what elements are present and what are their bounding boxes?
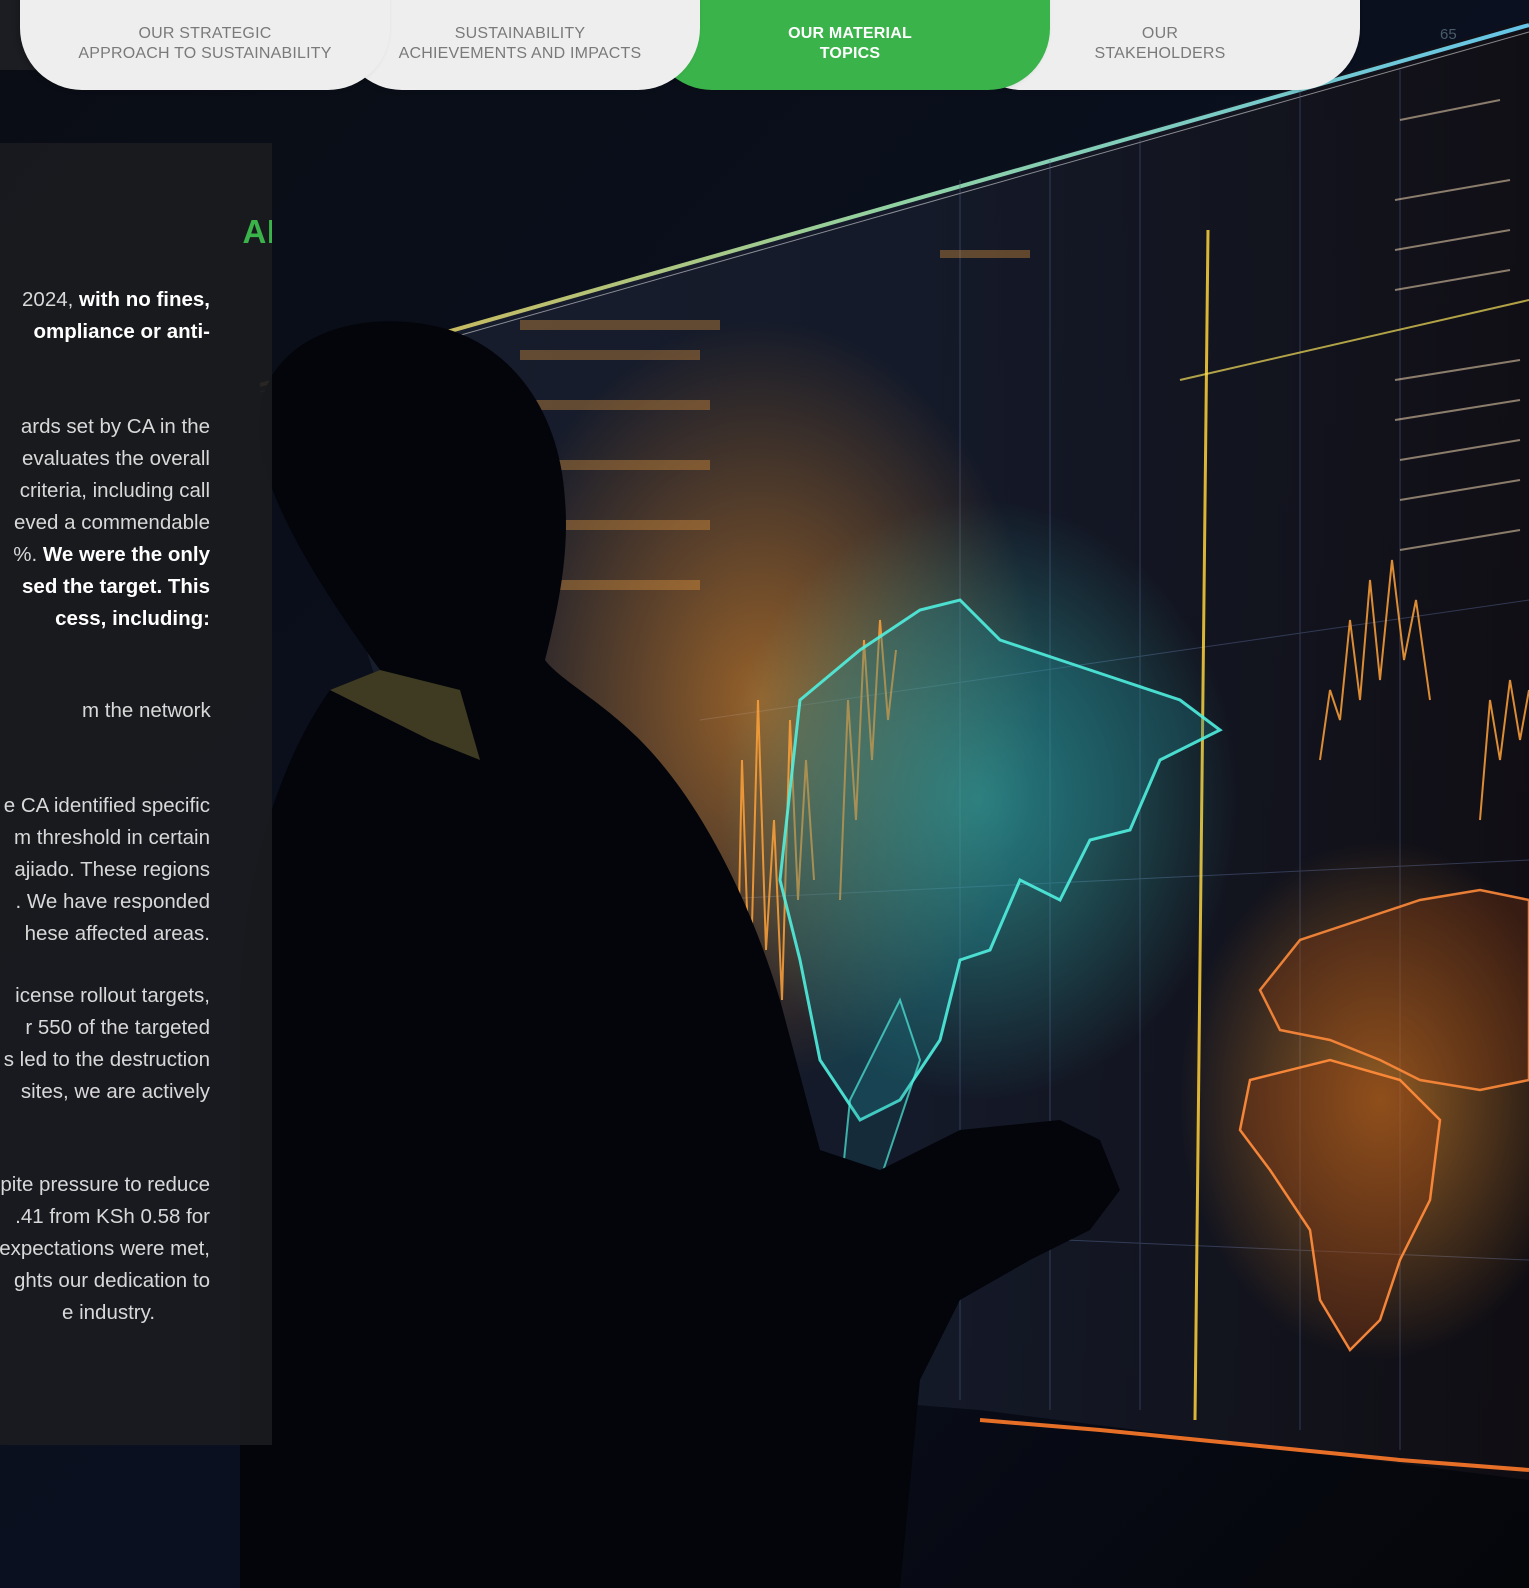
text-line: s led to the destruction	[3, 1048, 210, 1071]
page-number: 65	[1440, 26, 1457, 43]
text-line: m threshold in certain	[14, 826, 210, 849]
text-line: . We have responded	[15, 890, 211, 913]
text-line: icense rollout targets,	[15, 984, 210, 1007]
text-line: r 550 of the targeted	[25, 1016, 210, 1039]
tab-label: Our material topics	[788, 25, 912, 62]
paragraph-1: ards set by CA in the evaluates the over…	[0, 411, 210, 635]
intro-line: ompliance or anti-	[33, 320, 210, 343]
content-panel: ANCE 2024, with no fines, ompliance or a…	[0, 143, 272, 1445]
intro-line: 2024, with no fines,	[22, 288, 210, 311]
tab-material-topics[interactable]: Our material topics	[650, 0, 1050, 90]
text-line: ards set by CA in the	[20, 415, 210, 438]
text-line: cess, including:	[55, 607, 210, 630]
text-line: pite pressure to reduce	[0, 1173, 210, 1196]
text-line: hese affected areas.	[24, 922, 210, 945]
paragraph-2: m the network	[0, 695, 211, 727]
text-line: %. We were the only	[13, 543, 210, 566]
text-line: evaluates the overall	[21, 447, 210, 470]
section-heading: ANCE	[242, 213, 272, 250]
intro-paragraph: 2024, with no fines, ompliance or anti-	[0, 284, 210, 348]
tab-label: Sustainability achievements and impacts	[398, 25, 642, 62]
text-line: ajiado. These regions	[14, 858, 210, 881]
text-line: ghts our dedication to	[13, 1269, 210, 1292]
tab-sustainability-achievements[interactable]: Sustainability achievements and impacts	[340, 0, 700, 90]
text-line: sed the target. This	[22, 575, 210, 598]
text-line: criteria, including call	[19, 479, 210, 502]
text-line: expectations were met,	[0, 1237, 210, 1260]
tab-label: Our strategic approach to sustainability	[78, 25, 332, 62]
paragraph-4: icense rollout targets, r 550 of the tar…	[0, 980, 210, 1108]
paragraph-3: e CA identified specific m threshold in …	[0, 790, 210, 950]
text-line: sites, we are actively	[20, 1080, 210, 1103]
text-line: e CA identified specific	[3, 794, 210, 817]
text-line: m the network	[82, 699, 211, 722]
tab-label: Our stakeholders	[1094, 25, 1226, 62]
tab-strategic-approach[interactable]: Our strategic approach to sustainability	[20, 0, 390, 90]
paragraph-5: pite pressure to reduce .41 from KSh 0.5…	[0, 1169, 210, 1329]
text-line: eved a commendable	[13, 511, 210, 534]
text-line: e industry.	[62, 1301, 156, 1324]
text-line: .41 from KSh 0.58 for	[15, 1205, 210, 1228]
